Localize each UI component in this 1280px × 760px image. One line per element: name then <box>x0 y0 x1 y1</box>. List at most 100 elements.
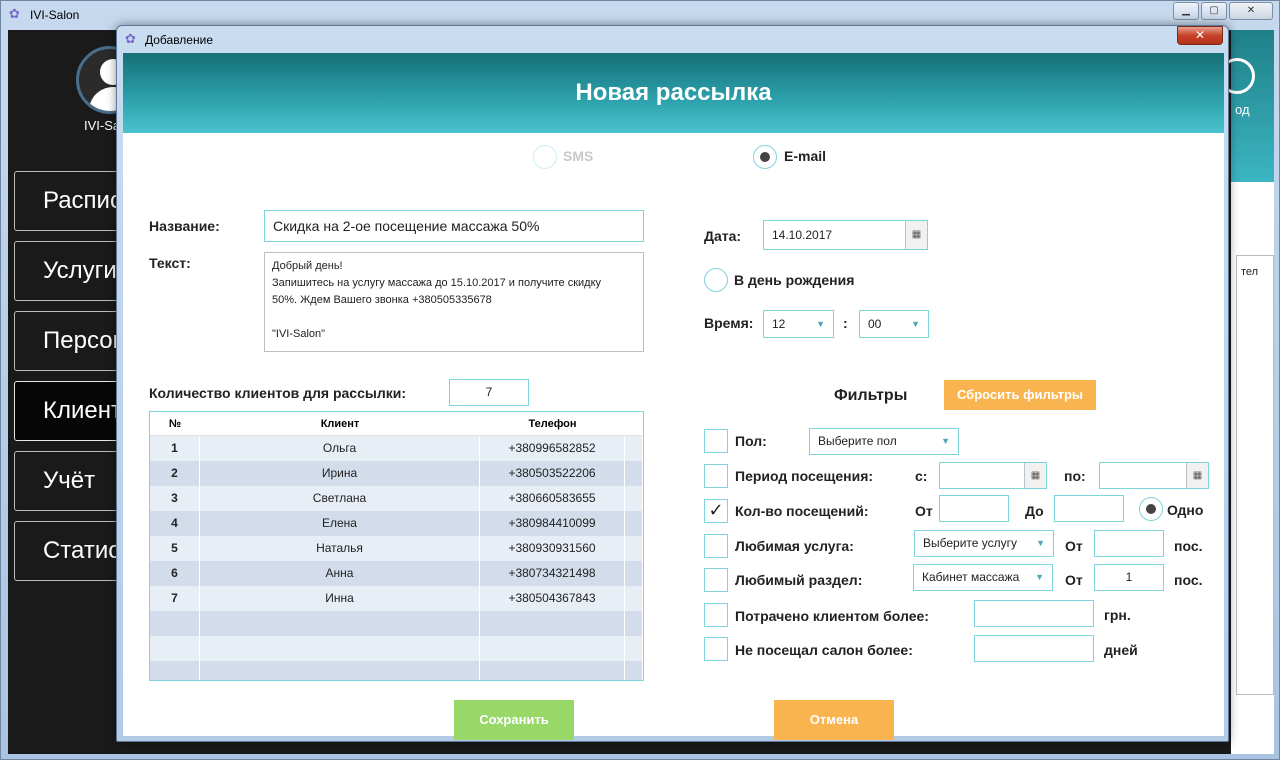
table-row[interactable]: 7 Инна +380504367843 <box>150 586 643 611</box>
menu-item-schedule[interactable]: Расписание <box>14 171 124 231</box>
spent-label: Потрачено клиентом более: <box>735 608 929 624</box>
reset-filters-button[interactable]: Сбросить фильтры <box>944 380 1096 410</box>
checkmark-icon: ✓ <box>708 500 724 521</box>
calendar-icon[interactable]: ▦ <box>1024 463 1046 488</box>
column-header-client[interactable]: Клиент <box>200 412 480 436</box>
table-row[interactable] <box>150 636 643 661</box>
column-header-phone[interactable]: Телефон <box>480 412 625 436</box>
table-row[interactable]: 1 Ольга +380996582852 <box>150 436 643 461</box>
name-input[interactable]: Скидка на 2-ое посещение массажа 50% <box>264 210 644 242</box>
visits-from-input[interactable] <box>939 495 1009 522</box>
absent-input[interactable] <box>974 635 1094 662</box>
dialog-header: Новая рассылка <box>123 53 1224 133</box>
fav-service-checkbox[interactable] <box>704 534 728 558</box>
gender-checkbox[interactable] <box>704 429 728 453</box>
row-number <box>150 661 200 680</box>
row-extra-cell <box>625 511 643 536</box>
row-extra-cell <box>625 661 643 680</box>
time-separator: : <box>843 315 848 331</box>
row-phone: +380984410099 <box>480 511 625 536</box>
fav-section-from-label: От <box>1065 572 1083 588</box>
column-header-number[interactable]: № <box>150 412 200 436</box>
visits-to-label: До <box>1025 503 1044 519</box>
fav-section-value: Кабинет массажа <box>922 570 1020 584</box>
chevron-down-icon: ▼ <box>1035 572 1044 582</box>
visits-one-label: Одно <box>1167 502 1204 518</box>
birthday-radio[interactable] <box>704 268 728 292</box>
menu-item-accounting[interactable]: Учёт <box>14 451 124 511</box>
message-line: Добрый день! <box>272 260 343 272</box>
date-label: Дата: <box>704 228 742 244</box>
row-number: 1 <box>150 436 200 461</box>
fav-section-checkbox[interactable] <box>704 568 728 592</box>
chevron-down-icon: ▼ <box>1036 538 1045 548</box>
table-row[interactable]: 5 Наталья +380930931560 <box>150 536 643 561</box>
gender-select[interactable]: Выберите пол ▼ <box>809 428 959 455</box>
message-line <box>272 309 636 326</box>
email-radio[interactable] <box>753 145 777 169</box>
menu-item-statistics[interactable]: Статистика <box>14 521 124 581</box>
row-number: 3 <box>150 486 200 511</box>
sms-label: SMS <box>563 148 594 164</box>
calendar-icon[interactable]: ▦ <box>905 221 927 249</box>
table-row[interactable]: 6 Анна +380734321498 <box>150 561 643 586</box>
chevron-down-icon: ▼ <box>911 319 920 329</box>
menu-item-clients[interactable]: Клиенты <box>14 381 124 441</box>
background-table: тел <box>1236 255 1274 695</box>
spent-checkbox[interactable] <box>704 603 728 627</box>
minimize-icon[interactable]: ▁ <box>1173 2 1199 20</box>
menu-item-services[interactable]: Услуги <box>14 241 124 301</box>
visits-to-input[interactable] <box>1054 495 1124 522</box>
row-client-name: Светлана <box>200 486 480 511</box>
gender-label: Пол: <box>735 433 767 449</box>
table-row[interactable]: 2 Ирина +380503522206 <box>150 461 643 486</box>
email-label: E-mail <box>784 148 827 164</box>
fav-service-select[interactable]: Выберите услугу ▼ <box>914 530 1054 557</box>
table-row[interactable]: 4 Елена +380984410099 <box>150 511 643 536</box>
cancel-button[interactable]: Отмена <box>774 700 894 740</box>
visits-one-radio[interactable] <box>1139 497 1163 521</box>
fav-section-unit: пос. <box>1174 572 1203 588</box>
row-extra-cell <box>625 536 643 561</box>
period-checkbox[interactable] <box>704 464 728 488</box>
fav-section-select[interactable]: Кабинет массажа ▼ <box>913 564 1053 591</box>
main-close-button[interactable]: ✕ <box>1229 2 1273 20</box>
spent-input[interactable] <box>974 600 1094 627</box>
minute-select[interactable]: 00 ▼ <box>859 310 929 338</box>
date-input[interactable]: 14.10.2017 ▦ <box>763 220 928 250</box>
save-button[interactable]: Сохранить <box>454 700 574 740</box>
period-label: Период посещения: <box>735 468 874 484</box>
table-row[interactable] <box>150 661 643 680</box>
maximize-icon[interactable]: ▢ <box>1201 2 1227 20</box>
divider <box>1231 180 1274 182</box>
visits-checkbox[interactable]: ✓ <box>704 499 728 523</box>
filters-title: Фильтры <box>834 387 908 404</box>
table-row[interactable]: 3 Светлана +380660583655 <box>150 486 643 511</box>
dialog-close-button[interactable]: ✕ <box>1177 26 1223 45</box>
absent-label: Не посещал салон более: <box>735 642 913 658</box>
row-client-name: Ирина <box>200 461 480 486</box>
fav-service-count-input[interactable] <box>1094 530 1164 557</box>
period-from-input[interactable]: ▦ <box>939 462 1047 489</box>
message-textarea[interactable]: Добрый день! Запишитесь на услугу массаж… <box>264 252 644 352</box>
row-extra-cell <box>625 611 643 636</box>
exit-label[interactable]: од <box>1235 102 1250 117</box>
right-header-band: од <box>1219 30 1274 180</box>
row-phone: +380996582852 <box>480 436 625 461</box>
calendar-icon[interactable]: ▦ <box>1186 463 1208 488</box>
row-number: 4 <box>150 511 200 536</box>
absent-checkbox[interactable] <box>704 637 728 661</box>
period-to-input[interactable]: ▦ <box>1099 462 1209 489</box>
fav-section-count-input[interactable]: 1 <box>1094 564 1164 591</box>
sms-radio[interactable] <box>533 145 557 169</box>
row-client-name <box>200 611 480 636</box>
hour-select[interactable]: 12 ▼ <box>763 310 834 338</box>
table-row[interactable] <box>150 611 643 636</box>
row-number: 5 <box>150 536 200 561</box>
message-line: Запишитесь на услугу массажа до 15.10.20… <box>272 277 602 289</box>
period-to-label: по: <box>1064 468 1086 484</box>
chevron-down-icon: ▼ <box>941 436 950 446</box>
menu-item-staff[interactable]: Персонал <box>14 311 124 371</box>
period-from-label: с: <box>915 468 928 484</box>
row-phone <box>480 661 625 680</box>
